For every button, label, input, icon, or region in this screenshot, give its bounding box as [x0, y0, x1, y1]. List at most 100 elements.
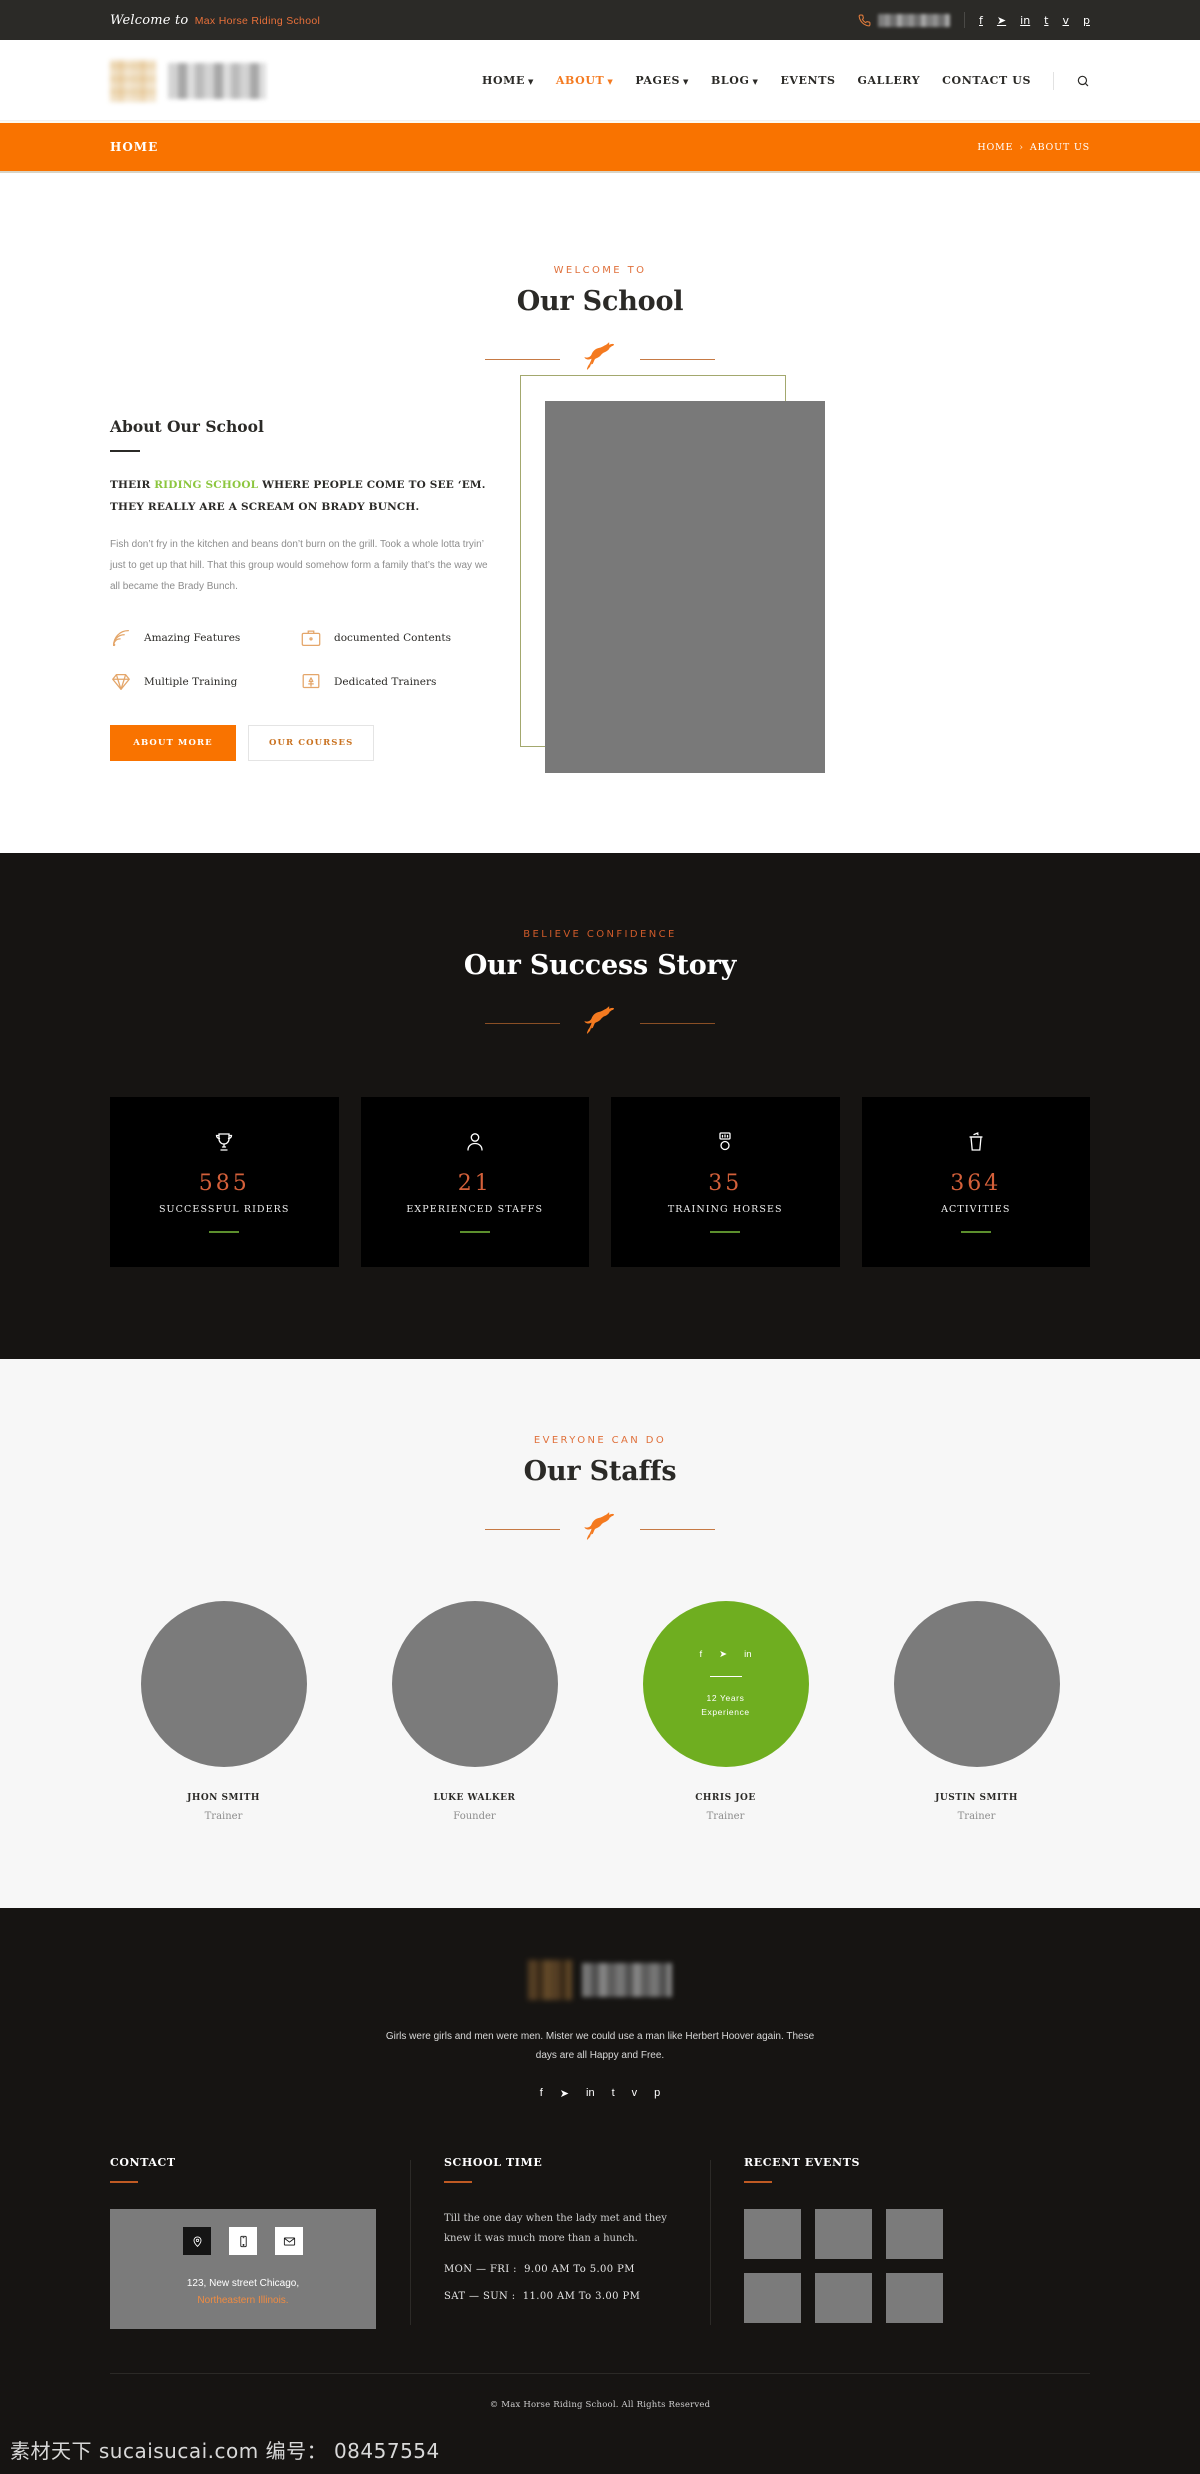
nav-item-contact-us[interactable]: CONTACT US [942, 74, 1031, 87]
school-time-colon: : [511, 2291, 520, 2302]
nav-item-pages[interactable]: PAGES ▼ [635, 74, 689, 87]
staff-name: LUKE WALKER [433, 1793, 516, 1803]
trash-bin-icon [872, 1127, 1081, 1157]
staff-card[interactable]: JHON SMITH Trainer [110, 1601, 337, 1822]
social-linkedin[interactable]: in [744, 1649, 751, 1660]
staff-card[interactable]: LUKE WALKER Founder [361, 1601, 588, 1822]
staff-role: Founder [453, 1811, 496, 1822]
event-thumbnail[interactable] [815, 2209, 872, 2259]
nav-label: PAGES [635, 74, 681, 87]
contact-tab-location[interactable] [183, 2227, 211, 2255]
divider-line-left [485, 1023, 560, 1024]
footer-bottom: © Max Horse Riding School. All Rights Re… [110, 2373, 1090, 2410]
social-twitter[interactable]: ➤ [560, 2087, 569, 2100]
footer-heading-rule [744, 2181, 772, 2183]
staff-card[interactable]: f ➤ in 12 Years Experience CHRIS JOE Tra… [612, 1601, 839, 1822]
counter-label: TRAINING HORSES [667, 1204, 783, 1215]
success-section: BELIEVE CONFIDENCE Our Success Story 585… [0, 853, 1200, 1359]
contact-tab-phone[interactable] [229, 2227, 257, 2255]
counter-card: 364 ACTIVITIES [861, 1097, 1090, 1267]
avatar[interactable] [893, 1601, 1060, 1767]
about-more-button[interactable]: ABOUT MORE [110, 725, 236, 762]
counter-label: SUCCESSFUL RIDERS [158, 1204, 290, 1215]
staff-section: EVERYONE CAN DO Our Staffs JHON SMITH Tr… [0, 1359, 1200, 1908]
overlay-divider [709, 1675, 742, 1678]
social-vimeo[interactable]: v [632, 2087, 638, 2100]
counter-number: 35 [708, 1171, 743, 1196]
feature-documented-contents[interactable]: documented Contents [300, 627, 490, 649]
breadcrumb-home[interactable]: HOME [977, 142, 1013, 153]
nav-item-blog[interactable]: BLOG ▼ [711, 74, 758, 87]
about-heading: About Our School [110, 417, 264, 436]
staff-name: JUSTIN SMITH [935, 1793, 1018, 1803]
recent-events-grid [744, 2209, 944, 2323]
counter-label: ACTIVITIES [941, 1204, 1011, 1215]
about-section: WELCOME TO Our School About Our School T… [0, 173, 1200, 853]
address-line-1: 123, New street Chicago, [186, 2278, 300, 2289]
staff-name: CHRIS JOE [695, 1793, 756, 1803]
event-thumbnail[interactable] [744, 2209, 801, 2259]
counter-card: 21 EXPERIENCED STAFFS [360, 1097, 589, 1267]
staff-eyebrow: EVERYONE CAN DO [533, 1435, 667, 1446]
social-pinterest[interactable]: p [654, 2087, 660, 2100]
social-linkedin[interactable]: in [1020, 15, 1030, 26]
nav-item-home[interactable]: HOME ▼ [482, 74, 534, 87]
nav-item-about[interactable]: ABOUT ▼ [556, 74, 613, 87]
jumping-horse-icon [579, 333, 621, 375]
about-button-row: ABOUT MORE OUR COURSES [110, 725, 490, 762]
avatar[interactable]: f ➤ in 12 Years Experience [642, 1601, 809, 1767]
social-tumblr[interactable]: t [612, 2087, 615, 2100]
event-thumbnail[interactable] [886, 2273, 943, 2323]
search-icon[interactable] [1076, 74, 1090, 88]
feature-multiple-training[interactable]: Multiple Training [110, 671, 300, 693]
nav-item-events[interactable]: EVENTS [780, 74, 835, 87]
success-eyebrow: BELIEVE CONFIDENCE [523, 929, 677, 940]
event-thumbnail[interactable] [744, 2273, 801, 2323]
avatar[interactable] [391, 1601, 558, 1767]
page-banner: HOME HOME › ABOUT US [0, 121, 1200, 173]
feature-label: documented Contents [334, 632, 452, 645]
social-vimeo[interactable]: v [1063, 15, 1070, 26]
social-facebook[interactable]: f [979, 15, 983, 26]
social-twitter[interactable]: ➤ [997, 15, 1006, 26]
feature-dedicated-trainers[interactable]: Dedicated Trainers [300, 671, 490, 693]
divider-line-right [640, 359, 715, 360]
phone-block[interactable] [858, 13, 964, 27]
our-courses-button[interactable]: OUR COURSES [248, 725, 375, 762]
divider-line-left [485, 359, 560, 360]
about-heading-rule [110, 450, 140, 452]
event-thumbnail[interactable] [886, 2209, 943, 2259]
social-facebook[interactable]: f [540, 2087, 543, 2100]
counter-number: 585 [198, 1171, 250, 1196]
event-thumbnail[interactable] [815, 2273, 872, 2323]
nav-item-gallery[interactable]: GALLERY [858, 74, 921, 87]
social-linkedin[interactable]: in [586, 2087, 595, 2100]
counter-label: EXPERIENCED STAFFS [406, 1204, 544, 1215]
watermark-bar: 素材天下 sucaisucai.com 编号： 08457554 [0, 2410, 1200, 2474]
jumping-horse-icon [579, 1503, 621, 1545]
footer-contact-column: CONTACT 123, New street Chicago, Northea… [110, 2156, 410, 2329]
social-facebook[interactable]: f [699, 1649, 702, 1660]
footer-logo[interactable] [110, 1960, 1090, 2000]
copyright-text: © Max Horse Riding School. All Rights Re… [489, 2400, 711, 2410]
staff-hover-overlay: f ➤ in 12 Years Experience [643, 1601, 809, 1767]
avatar[interactable] [140, 1601, 307, 1767]
horse-divider-ornament [485, 333, 715, 375]
certificate-icon [300, 671, 322, 693]
social-tumblr[interactable]: t [1044, 15, 1048, 26]
school-time-hours: 11.00 AM To 3.00 PM [522, 2291, 641, 2302]
school-time-colon: : [513, 2264, 521, 2275]
school-time-days: MON — FRI [444, 2264, 510, 2275]
staff-card[interactable]: JUSTIN SMITH Trainer [863, 1601, 1090, 1822]
jumping-horse-icon [579, 997, 621, 1039]
feature-amazing-features[interactable]: Amazing Features [110, 627, 300, 649]
site-logo[interactable] [110, 59, 266, 102]
staff-role: Trainer [706, 1811, 745, 1822]
contact-tab-email[interactable] [275, 2227, 303, 2255]
social-pinterest[interactable]: p [1083, 15, 1090, 26]
about-content: About Our School THEIR RIDING SCHOOL WHE… [110, 375, 1090, 775]
site-footer: Girls were girls and men were men. Miste… [0, 1908, 1200, 2474]
medal-icon [621, 1127, 830, 1157]
wifi-signal-icon [110, 627, 132, 649]
social-twitter[interactable]: ➤ [719, 1649, 727, 1660]
